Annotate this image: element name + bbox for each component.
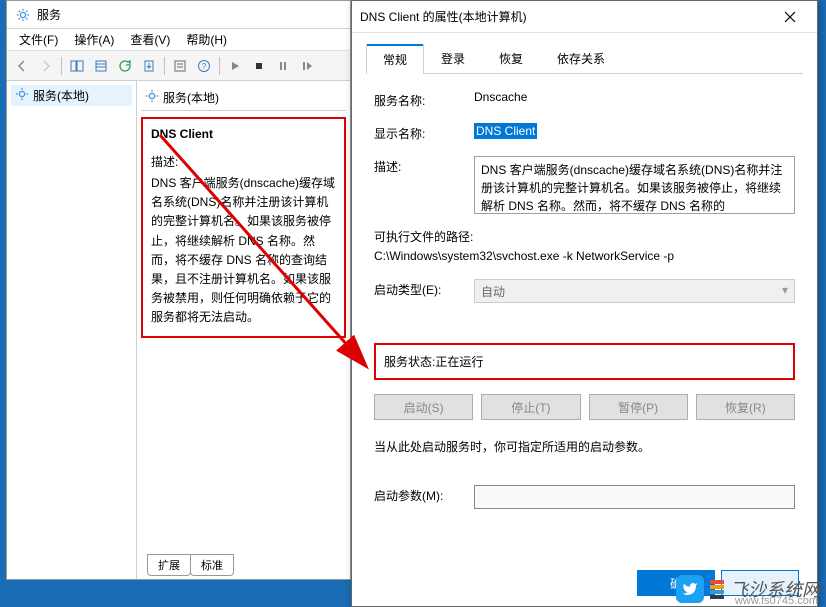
- menu-action[interactable]: 操作(A): [66, 31, 122, 48]
- menu-view[interactable]: 查看(V): [122, 31, 178, 48]
- startup-note: 当从此处启动服务时，你可指定所适用的启动参数。: [374, 438, 795, 455]
- params-input[interactable]: [474, 485, 795, 509]
- properties-icon[interactable]: [169, 55, 191, 77]
- close-button[interactable]: [771, 3, 809, 31]
- tab-dependencies[interactable]: 依存关系: [540, 43, 622, 73]
- watermark: 飞沙系统网: [676, 575, 820, 603]
- tab-control: 常规 登录 恢复 依存关系: [366, 43, 803, 74]
- service-name-value: Dnscache: [474, 90, 795, 104]
- tab-extended[interactable]: 扩展: [147, 554, 191, 576]
- back-icon[interactable]: [11, 55, 33, 77]
- services-title-bar: 服务: [7, 1, 350, 29]
- resume-button[interactable]: 恢复(R): [696, 394, 795, 420]
- display-name-label: 显示名称:: [374, 123, 474, 142]
- svg-text:?: ?: [202, 62, 207, 71]
- tab-general-content: 服务名称: Dnscache 显示名称: DNS Client 描述: DNS …: [366, 74, 803, 509]
- service-detail-highlight: DNS Client 描述: DNS 客户端服务(dnscache)缓存域名系统…: [141, 117, 346, 338]
- gear-icon: [145, 89, 159, 106]
- gear-icon: [15, 7, 31, 23]
- display-name-value[interactable]: DNS Client: [474, 123, 537, 139]
- gear-icon: [15, 87, 29, 104]
- close-icon: [784, 11, 796, 23]
- detail-panel: 服务(本地) DNS Client 描述: DNS 客户端服务(dnscache…: [137, 81, 350, 579]
- service-description: DNS 客户端服务(dnscache)缓存域名系统(DNS)名称并注册该计算机的…: [151, 174, 336, 328]
- service-status-highlight: 服务状态: 正在运行: [374, 343, 795, 380]
- refresh-icon[interactable]: [114, 55, 136, 77]
- twitter-icon: [676, 575, 704, 603]
- description-label: 描述:: [374, 156, 474, 175]
- status-value: 正在运行: [435, 353, 483, 370]
- status-label: 服务状态:: [384, 353, 435, 370]
- watermark-brand: 飞沙系统网: [730, 576, 820, 602]
- panel-header-label: 服务(本地): [163, 89, 219, 106]
- play-icon[interactable]: [224, 55, 246, 77]
- menu-help[interactable]: 帮助(H): [178, 31, 235, 48]
- stop-icon[interactable]: [248, 55, 270, 77]
- restart-icon[interactable]: [296, 55, 318, 77]
- tab-recovery[interactable]: 恢复: [482, 43, 540, 73]
- tab-general[interactable]: 常规: [366, 44, 424, 74]
- startup-type-label: 启动类型(E):: [374, 279, 474, 298]
- desc-label: 描述:: [151, 153, 336, 170]
- pause-icon[interactable]: [272, 55, 294, 77]
- tree-panel: 服务(本地): [7, 81, 137, 579]
- tab-standard[interactable]: 标准: [190, 554, 234, 576]
- logo-bars-icon: [710, 580, 724, 599]
- detail-view-icon[interactable]: [66, 55, 88, 77]
- service-control-buttons: 启动(S) 停止(T) 暂停(P) 恢复(R): [374, 394, 795, 420]
- description-box[interactable]: DNS 客户端服务(dnscache)缓存域名系统(DNS)名称并注册该计算机的…: [474, 156, 795, 214]
- panel-header: 服务(本地): [141, 85, 346, 111]
- properties-dialog: DNS Client 的属性(本地计算机) 常规 登录 恢复 依存关系 服务名称…: [351, 0, 818, 607]
- startup-type-dropdown[interactable]: 自动: [474, 279, 795, 303]
- help-icon[interactable]: ?: [193, 55, 215, 77]
- tree-item-local-services[interactable]: 服务(本地): [11, 85, 132, 106]
- menu-file[interactable]: 文件(F): [11, 31, 66, 48]
- services-title: 服务: [37, 6, 61, 23]
- bottom-tabs: 扩展 标准: [147, 554, 233, 576]
- exe-path-value: C:\Windows\system32\svchost.exe -k Netwo…: [374, 249, 795, 263]
- tree-item-label: 服务(本地): [33, 87, 89, 104]
- dialog-title-bar: DNS Client 的属性(本地计算机): [352, 1, 817, 33]
- pause-button[interactable]: 暂停(P): [589, 394, 688, 420]
- services-window: 服务 文件(F) 操作(A) 查看(V) 帮助(H) ? 服务(本地): [6, 0, 351, 580]
- list-view-icon[interactable]: [90, 55, 112, 77]
- export-icon[interactable]: [138, 55, 160, 77]
- forward-icon[interactable]: [35, 55, 57, 77]
- toolbar: ?: [7, 51, 350, 81]
- params-label: 启动参数(M):: [374, 485, 474, 504]
- service-name: DNS Client: [151, 127, 336, 141]
- menu-bar: 文件(F) 操作(A) 查看(V) 帮助(H): [7, 29, 350, 51]
- tab-logon[interactable]: 登录: [424, 43, 482, 73]
- start-button[interactable]: 启动(S): [374, 394, 473, 420]
- stop-button[interactable]: 停止(T): [481, 394, 580, 420]
- exe-path-label: 可执行文件的路径:: [374, 228, 795, 245]
- dialog-title: DNS Client 的属性(本地计算机): [360, 8, 527, 25]
- service-name-label: 服务名称:: [374, 90, 474, 109]
